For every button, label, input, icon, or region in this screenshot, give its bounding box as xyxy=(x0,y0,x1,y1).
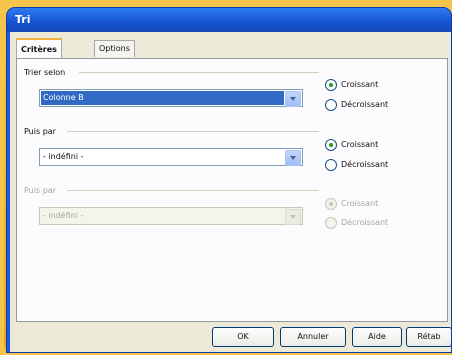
sort-1-ascending-label: Croissant xyxy=(341,80,379,89)
chevron-down-icon[interactable] xyxy=(285,150,301,166)
section-sort-by-label: Trier selon xyxy=(24,68,66,77)
sort-2-descending-label: Décroissant xyxy=(341,160,389,169)
sort-criteria-panel: Trier selon Colonne B Croissant Décroiss… xyxy=(16,58,448,322)
dialog-titlebar[interactable]: Tri xyxy=(7,8,451,32)
chevron-down-icon xyxy=(285,209,301,225)
reset-button[interactable]: Rétab xyxy=(406,327,451,347)
radio-checked-icon xyxy=(325,198,337,210)
dialog-button-row: OK Annuler Aide Rétab xyxy=(10,327,451,351)
sort-key-1-select[interactable]: Colonne B xyxy=(39,89,303,107)
sort-2-ascending-label: Croissant xyxy=(341,140,379,149)
dialog-client-area: Critères de tri Options Trier selon Colo… xyxy=(10,32,451,352)
sort-key-3-select: - indéfini - xyxy=(39,207,303,225)
radio-unchecked-icon xyxy=(325,99,337,111)
ok-button[interactable]: OK xyxy=(212,327,274,347)
sort-1-descending-label: Décroissant xyxy=(341,100,389,109)
help-button[interactable]: Aide xyxy=(352,327,402,347)
tab-sort-criteria[interactable]: Critères de tri xyxy=(16,38,62,73)
sort-dialog: Tri Critères de tri Options Trier selon … xyxy=(6,7,452,353)
tab-options[interactable]: Options xyxy=(94,40,135,57)
chevron-down-icon[interactable] xyxy=(285,91,301,107)
section-divider xyxy=(79,72,319,73)
sort-3-descending-label: Décroissant xyxy=(341,218,389,227)
section-divider xyxy=(67,190,319,191)
sort-key-2-select[interactable]: - indéfini - xyxy=(39,148,303,166)
radio-unchecked-icon xyxy=(325,217,337,229)
sort-3-ascending-label: Croissant xyxy=(341,199,379,208)
radio-checked-icon xyxy=(325,139,337,151)
sort-key-1-value: Colonne B xyxy=(41,91,284,105)
section-divider xyxy=(67,131,319,132)
cancel-button[interactable]: Annuler xyxy=(280,327,346,347)
section-then-by-2-label: Puis par xyxy=(24,186,56,195)
dialog-title: Tri xyxy=(15,13,31,26)
tab-options-label: Options xyxy=(99,44,130,53)
radio-unchecked-icon xyxy=(325,159,337,171)
sort-key-2-value: - indéfini - xyxy=(43,152,84,161)
radio-checked-icon xyxy=(325,79,337,91)
sort-key-3-value: - indéfini - xyxy=(43,211,84,220)
section-then-by-label: Puis par xyxy=(24,127,56,136)
